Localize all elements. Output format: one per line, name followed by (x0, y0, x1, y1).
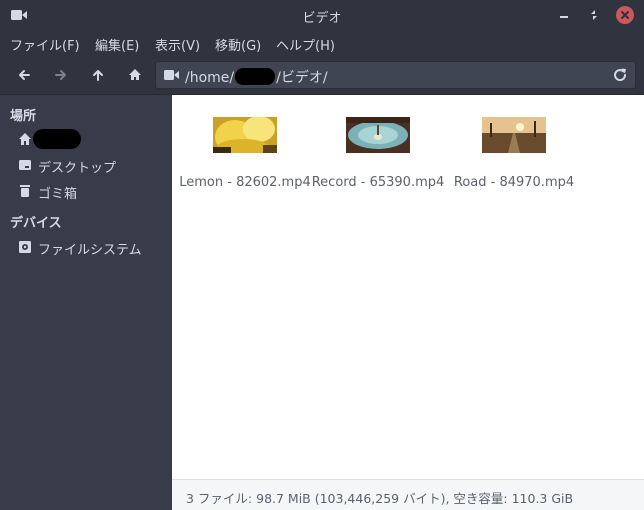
up-arrow-icon[interactable] (88, 65, 108, 85)
sidebar-item-home[interactable] (0, 128, 172, 152)
redacted-home-label (33, 129, 81, 149)
sidebar-item-desktop[interactable]: デスクトップ (0, 154, 172, 178)
status-bar: 3 ファイル: 98.7 MiB (103,446,259 バイト), 空き容量… (172, 479, 644, 510)
menu-view[interactable]: 表示(V) (155, 35, 200, 54)
title-bar: ビデオ (0, 0, 644, 30)
video-thumbnail-road (482, 117, 546, 153)
file-item-lemon[interactable]: Lemon - 82602.mp4 (175, 95, 315, 205)
file-name: Road - 84970.mp4 (453, 175, 575, 190)
file-manager-window: ビデオ ファイル(F) 編集(E) 表示(V) 移動(G) ヘルプ(H) /ho… (0, 0, 644, 510)
back-arrow-icon[interactable] (14, 65, 34, 85)
menu-help[interactable]: ヘルプ(H) (276, 35, 335, 54)
drive-icon (19, 241, 31, 253)
devices-heading: デバイス (10, 216, 62, 231)
location-path: /home/ /ビデオ/ (185, 67, 328, 87)
path-prefix: /home/ (185, 70, 235, 86)
video-thumbnail-lemon (213, 117, 277, 153)
minimize-button[interactable] (555, 6, 573, 24)
trash-icon (20, 185, 30, 197)
file-item-record[interactable]: Record - 65390.mp4 (308, 95, 448, 205)
path-suffix: /ビデオ/ (276, 70, 328, 86)
file-name: Lemon - 82602.mp4 (179, 175, 311, 190)
video-thumbnail-record (346, 117, 410, 153)
sidebar-item-trash[interactable]: ゴミ箱 (0, 180, 172, 204)
redacted-username (235, 68, 276, 85)
close-button[interactable] (616, 6, 634, 24)
file-view: Lemon - 82602.mp4 Record - 65390.mp4 Roa… (172, 95, 644, 479)
file-name: Record - 65390.mp4 (311, 175, 445, 190)
menu-bar: ファイル(F) 編集(E) 表示(V) 移動(G) ヘルプ(H) (0, 30, 644, 56)
video-folder-icon (164, 70, 179, 80)
places-heading: 場所 (10, 109, 37, 124)
menu-file[interactable]: ファイル(F) (10, 35, 80, 54)
sidebar-item-label: ゴミ箱 (38, 187, 78, 202)
forward-arrow-icon[interactable] (51, 65, 71, 85)
status-text: 3 ファイル: 98.7 MiB (103,446,259 バイト), 空き容量… (186, 491, 574, 506)
home-icon[interactable] (125, 65, 145, 85)
sidebar-item-filesystem[interactable]: ファイルシステム (0, 236, 172, 260)
home-icon (19, 133, 31, 145)
maximize-button[interactable] (585, 6, 603, 24)
desktop-icon (19, 160, 31, 170)
reload-icon[interactable] (612, 67, 628, 83)
location-bar[interactable]: /home/ /ビデオ/ (155, 61, 636, 89)
file-item-road[interactable]: Road - 84970.mp4 (444, 95, 584, 205)
sidebar: 場所 デスクトップ ゴミ箱 デバイス ファイルシステム (0, 95, 172, 510)
sidebar-item-label: デスクトップ (38, 161, 117, 176)
sidebar-item-label: ファイルシステム (38, 243, 142, 258)
toolbar: /home/ /ビデオ/ (0, 56, 644, 95)
menu-go[interactable]: 移動(G) (215, 35, 261, 54)
menu-edit[interactable]: 編集(E) (95, 35, 139, 54)
window-title: ビデオ (302, 11, 342, 26)
